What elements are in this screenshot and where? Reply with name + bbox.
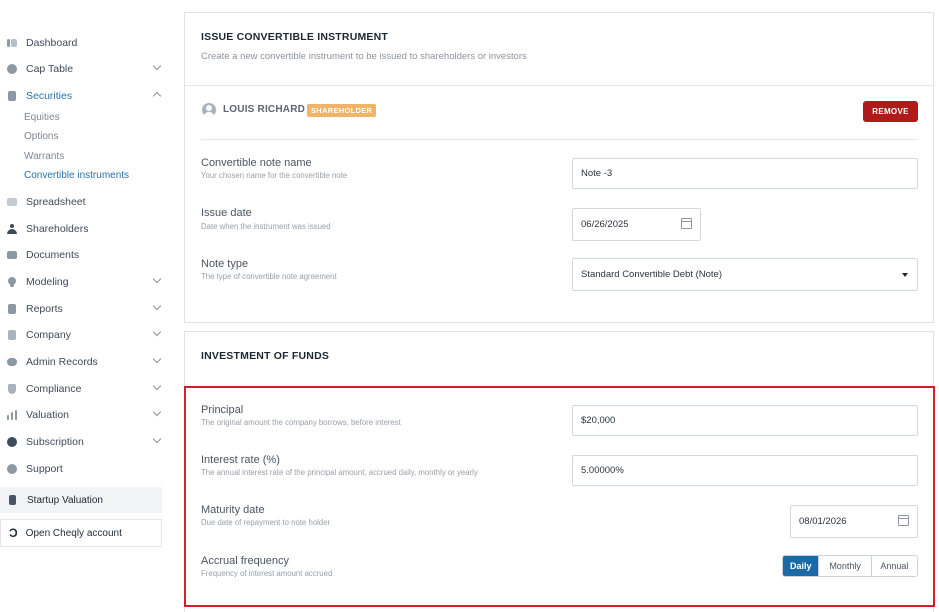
issue-date-hint: Date when the instrument was issued: [201, 222, 331, 231]
sidebar-item-company[interactable]: Company: [0, 324, 170, 346]
sidebar: Dashboard Cap Table Securities Equities …: [0, 0, 170, 612]
note-type-select[interactable]: Standard Convertible Debt (Note): [572, 258, 918, 291]
document-icon: [8, 495, 18, 505]
chevron-up-icon: [152, 91, 162, 101]
page-title: ISSUE CONVERTIBLE INSTRUMENT: [201, 31, 389, 43]
sidebar-item-documents[interactable]: Documents: [0, 244, 170, 266]
support-icon: [7, 464, 17, 474]
sidebar-subitem-equities[interactable]: Equities: [24, 112, 60, 126]
sidebar-item-reports[interactable]: Reports: [0, 298, 170, 320]
sidebar-item-label: Company: [26, 329, 71, 341]
dollar-icon: [7, 437, 17, 447]
page-subtitle: Create a new convertible instrument to b…: [201, 51, 527, 62]
sidebar-item-spreadsheet[interactable]: Spreadsheet: [0, 191, 170, 213]
section-title: INVESTMENT OF FUNDS: [201, 350, 330, 362]
sidebar-item-label: Spreadsheet: [26, 196, 86, 208]
note-type-value: Standard Convertible Debt (Note): [581, 269, 722, 280]
sidebar-item-label: Subscription: [26, 436, 84, 448]
status-badge: SHAREHOLDER: [307, 104, 377, 117]
sidebar-item-modeling[interactable]: Modeling: [0, 271, 170, 293]
chevron-down-icon: [152, 301, 162, 311]
chevron-down-icon: [152, 354, 162, 364]
clipboard-icon: [7, 91, 17, 101]
admin-records-icon: [7, 357, 17, 367]
sidebar-item-label: Dashboard: [26, 37, 78, 49]
open-cheqly-label: Open Cheqly account: [25, 527, 122, 539]
issue-date-field[interactable]: 06/26/2025: [572, 208, 701, 241]
lightbulb-icon: [7, 277, 17, 287]
sidebar-item-label: Modeling: [26, 276, 69, 288]
sidebar-item-label: Admin Records: [26, 356, 98, 368]
sidebar-item-dashboard[interactable]: Dashboard: [0, 32, 170, 54]
issue-date-label: Issue date: [201, 207, 252, 219]
reports-icon: [7, 304, 17, 314]
chevron-down-icon: [152, 434, 162, 444]
cheqly-logo-icon: Ɔ: [9, 526, 18, 540]
chevron-down-icon: [152, 61, 162, 71]
dashboard-icon: [7, 38, 17, 48]
sidebar-item-label: Shareholders: [26, 223, 89, 235]
sidebar-item-label: Documents: [26, 249, 80, 261]
sidebar-item-valuation[interactable]: Valuation: [0, 404, 170, 426]
pie-chart-icon: [7, 64, 17, 74]
startup-valuation-label: Startup Valuation: [27, 494, 103, 506]
open-cheqly-button[interactable]: Ɔ Open Cheqly account: [0, 519, 162, 547]
highlight-box: [184, 386, 935, 607]
sidebar-item-cap-table[interactable]: Cap Table: [0, 58, 170, 80]
person-icon: [7, 224, 17, 234]
chevron-down-icon: [152, 381, 162, 391]
sidebar-subitem-options[interactable]: Options: [24, 131, 58, 145]
documents-icon: [7, 250, 17, 260]
issue-convertible-card: ISSUE CONVERTIBLE INSTRUMENT Create a ne…: [184, 12, 934, 323]
sidebar-item-admin-records[interactable]: Admin Records: [0, 351, 170, 373]
sidebar-subitem-warrants[interactable]: Warrants: [24, 151, 64, 165]
startup-valuation-button[interactable]: Startup Valuation: [0, 487, 162, 513]
note-type-label: Note type: [201, 258, 249, 270]
sidebar-item-subscription[interactable]: Subscription: [0, 431, 170, 453]
divider: [185, 85, 933, 86]
building-icon: [7, 330, 17, 340]
holder-name: LOUIS RICHARD: [223, 104, 306, 115]
bar-chart-icon: [7, 410, 17, 420]
shield-icon: [7, 384, 17, 394]
calendar-icon[interactable]: [681, 218, 692, 229]
sidebar-item-shareholders[interactable]: Shareholders: [0, 218, 170, 240]
divider: [201, 139, 917, 140]
sidebar-item-label: Valuation: [26, 409, 70, 421]
note-name-hint: Your chosen name for the convertible not…: [201, 171, 348, 180]
remove-button[interactable]: REMOVE: [863, 101, 918, 122]
sidebar-item-label: Support: [26, 463, 63, 475]
sidebar-item-compliance[interactable]: Compliance: [0, 378, 170, 400]
caret-down-icon: [902, 273, 908, 277]
sidebar-subitem-convertible-instruments[interactable]: Convertible instruments: [24, 170, 129, 184]
sidebar-item-support[interactable]: Support: [0, 458, 170, 480]
sidebar-item-label: Reports: [26, 303, 63, 315]
chevron-down-icon: [152, 274, 162, 284]
avatar: [202, 103, 216, 117]
spreadsheet-icon: [7, 197, 17, 207]
issue-date-value: 06/26/2025: [581, 219, 629, 230]
sidebar-item-label: Cap Table: [26, 63, 74, 75]
note-name-field[interactable]: Note -3: [572, 158, 918, 189]
chevron-down-icon: [152, 327, 162, 337]
sidebar-item-label: Securities: [26, 90, 73, 102]
note-name-label: Convertible note name: [201, 157, 312, 169]
note-type-hint: The type of convertible note agreement: [201, 272, 337, 281]
sidebar-item-securities[interactable]: Securities: [0, 85, 170, 107]
chevron-down-icon: [152, 407, 162, 417]
sidebar-item-label: Compliance: [26, 383, 82, 395]
